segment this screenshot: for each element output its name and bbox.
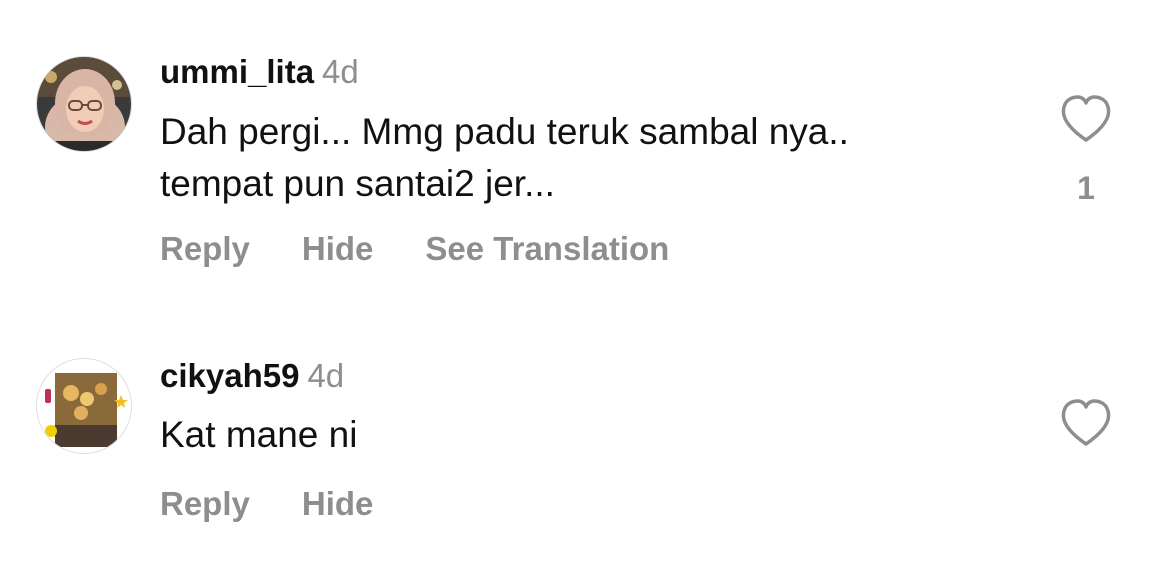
avatar[interactable] bbox=[36, 358, 132, 454]
hide-button[interactable]: Hide bbox=[302, 484, 374, 524]
like-count: 1 bbox=[1077, 170, 1095, 206]
heart-outline-icon[interactable] bbox=[1058, 94, 1114, 144]
comment-text: Dah pergi... Mmg padu teruk sambal nya..… bbox=[160, 111, 849, 204]
comment-header: ummi_lita 4d bbox=[160, 52, 359, 92]
hide-button[interactable]: Hide bbox=[302, 229, 374, 269]
comment-header: cikyah59 4d bbox=[160, 356, 344, 396]
heart-outline-icon[interactable] bbox=[1058, 398, 1114, 448]
comment-actions: Reply Hide bbox=[160, 484, 373, 524]
username[interactable]: ummi_lita bbox=[160, 53, 314, 90]
see-translation-button[interactable]: See Translation bbox=[425, 229, 669, 269]
reply-button[interactable]: Reply bbox=[160, 229, 250, 269]
reply-button[interactable]: Reply bbox=[160, 484, 250, 524]
timestamp: 4d bbox=[307, 357, 345, 394]
avatar[interactable] bbox=[36, 56, 132, 152]
comment-actions: Reply Hide See Translation bbox=[160, 229, 669, 269]
comment-text: Kat mane ni bbox=[160, 414, 358, 455]
timestamp: 4d bbox=[322, 53, 359, 90]
username[interactable]: cikyah59 bbox=[160, 357, 299, 394]
